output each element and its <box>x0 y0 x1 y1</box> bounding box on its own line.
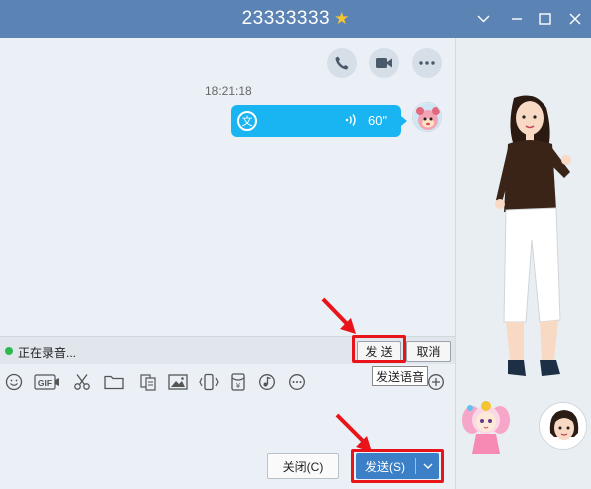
image-icon[interactable] <box>167 372 189 392</box>
message-timestamp: 18:21:18 <box>205 84 252 98</box>
doc-icon[interactable] <box>137 372 159 392</box>
recording-indicator <box>5 347 13 355</box>
maximize-icon[interactable] <box>532 6 558 32</box>
minimize-icon[interactable] <box>504 6 530 32</box>
close-button[interactable]: 关闭(C) <box>267 453 339 479</box>
shake-icon[interactable] <box>198 372 220 392</box>
highlight-send-voice <box>352 335 406 363</box>
star-icon: ★ <box>334 9 350 28</box>
phone-icon[interactable] <box>327 48 357 78</box>
mascot-figure <box>462 401 510 454</box>
red-packet-icon[interactable]: ¥ <box>227 372 249 392</box>
voice-duration: 60" <box>368 113 388 128</box>
sound-wave-icon <box>344 113 358 130</box>
cancel-recording-button[interactable]: 取消 <box>406 341 451 362</box>
more-circle-icon[interactable] <box>286 372 308 392</box>
more-icon[interactable] <box>412 48 442 78</box>
close-icon[interactable] <box>562 6 588 32</box>
music-icon[interactable] <box>256 372 278 392</box>
chevron-down-icon[interactable] <box>470 6 496 32</box>
show-avatar-figure <box>495 95 571 376</box>
window-title: 23333333 <box>241 8 331 29</box>
folder-icon[interactable] <box>103 372 125 392</box>
message-area: 18:21:18 文 60" <box>0 38 455 336</box>
add-icon[interactable] <box>425 372 447 392</box>
gif-icon[interactable]: GIF <box>33 372 61 392</box>
svg-text:¥: ¥ <box>236 382 241 390</box>
scissors-icon[interactable] <box>71 372 93 392</box>
side-panel <box>455 38 591 489</box>
voice-to-text-icon[interactable]: 文 <box>237 111 257 131</box>
video-icon[interactable] <box>369 48 399 78</box>
avatar[interactable] <box>412 102 442 132</box>
chat-window: 23333333 ★ 18:21:18 文 60" 正在录音... 发 送 取消… <box>0 0 591 489</box>
svg-text:GIF: GIF <box>38 378 52 388</box>
annotation-arrow <box>321 297 356 334</box>
title-bar: 23333333 ★ <box>0 0 591 38</box>
friend-avatar[interactable] <box>539 402 587 450</box>
emoji-icon[interactable] <box>3 372 25 392</box>
voice-message-bubble[interactable]: 文 60" <box>231 105 407 137</box>
send-voice-tooltip: 发送语音 <box>372 366 428 386</box>
recording-status: 正在录音... <box>18 346 77 360</box>
annotation-arrow <box>335 413 372 452</box>
